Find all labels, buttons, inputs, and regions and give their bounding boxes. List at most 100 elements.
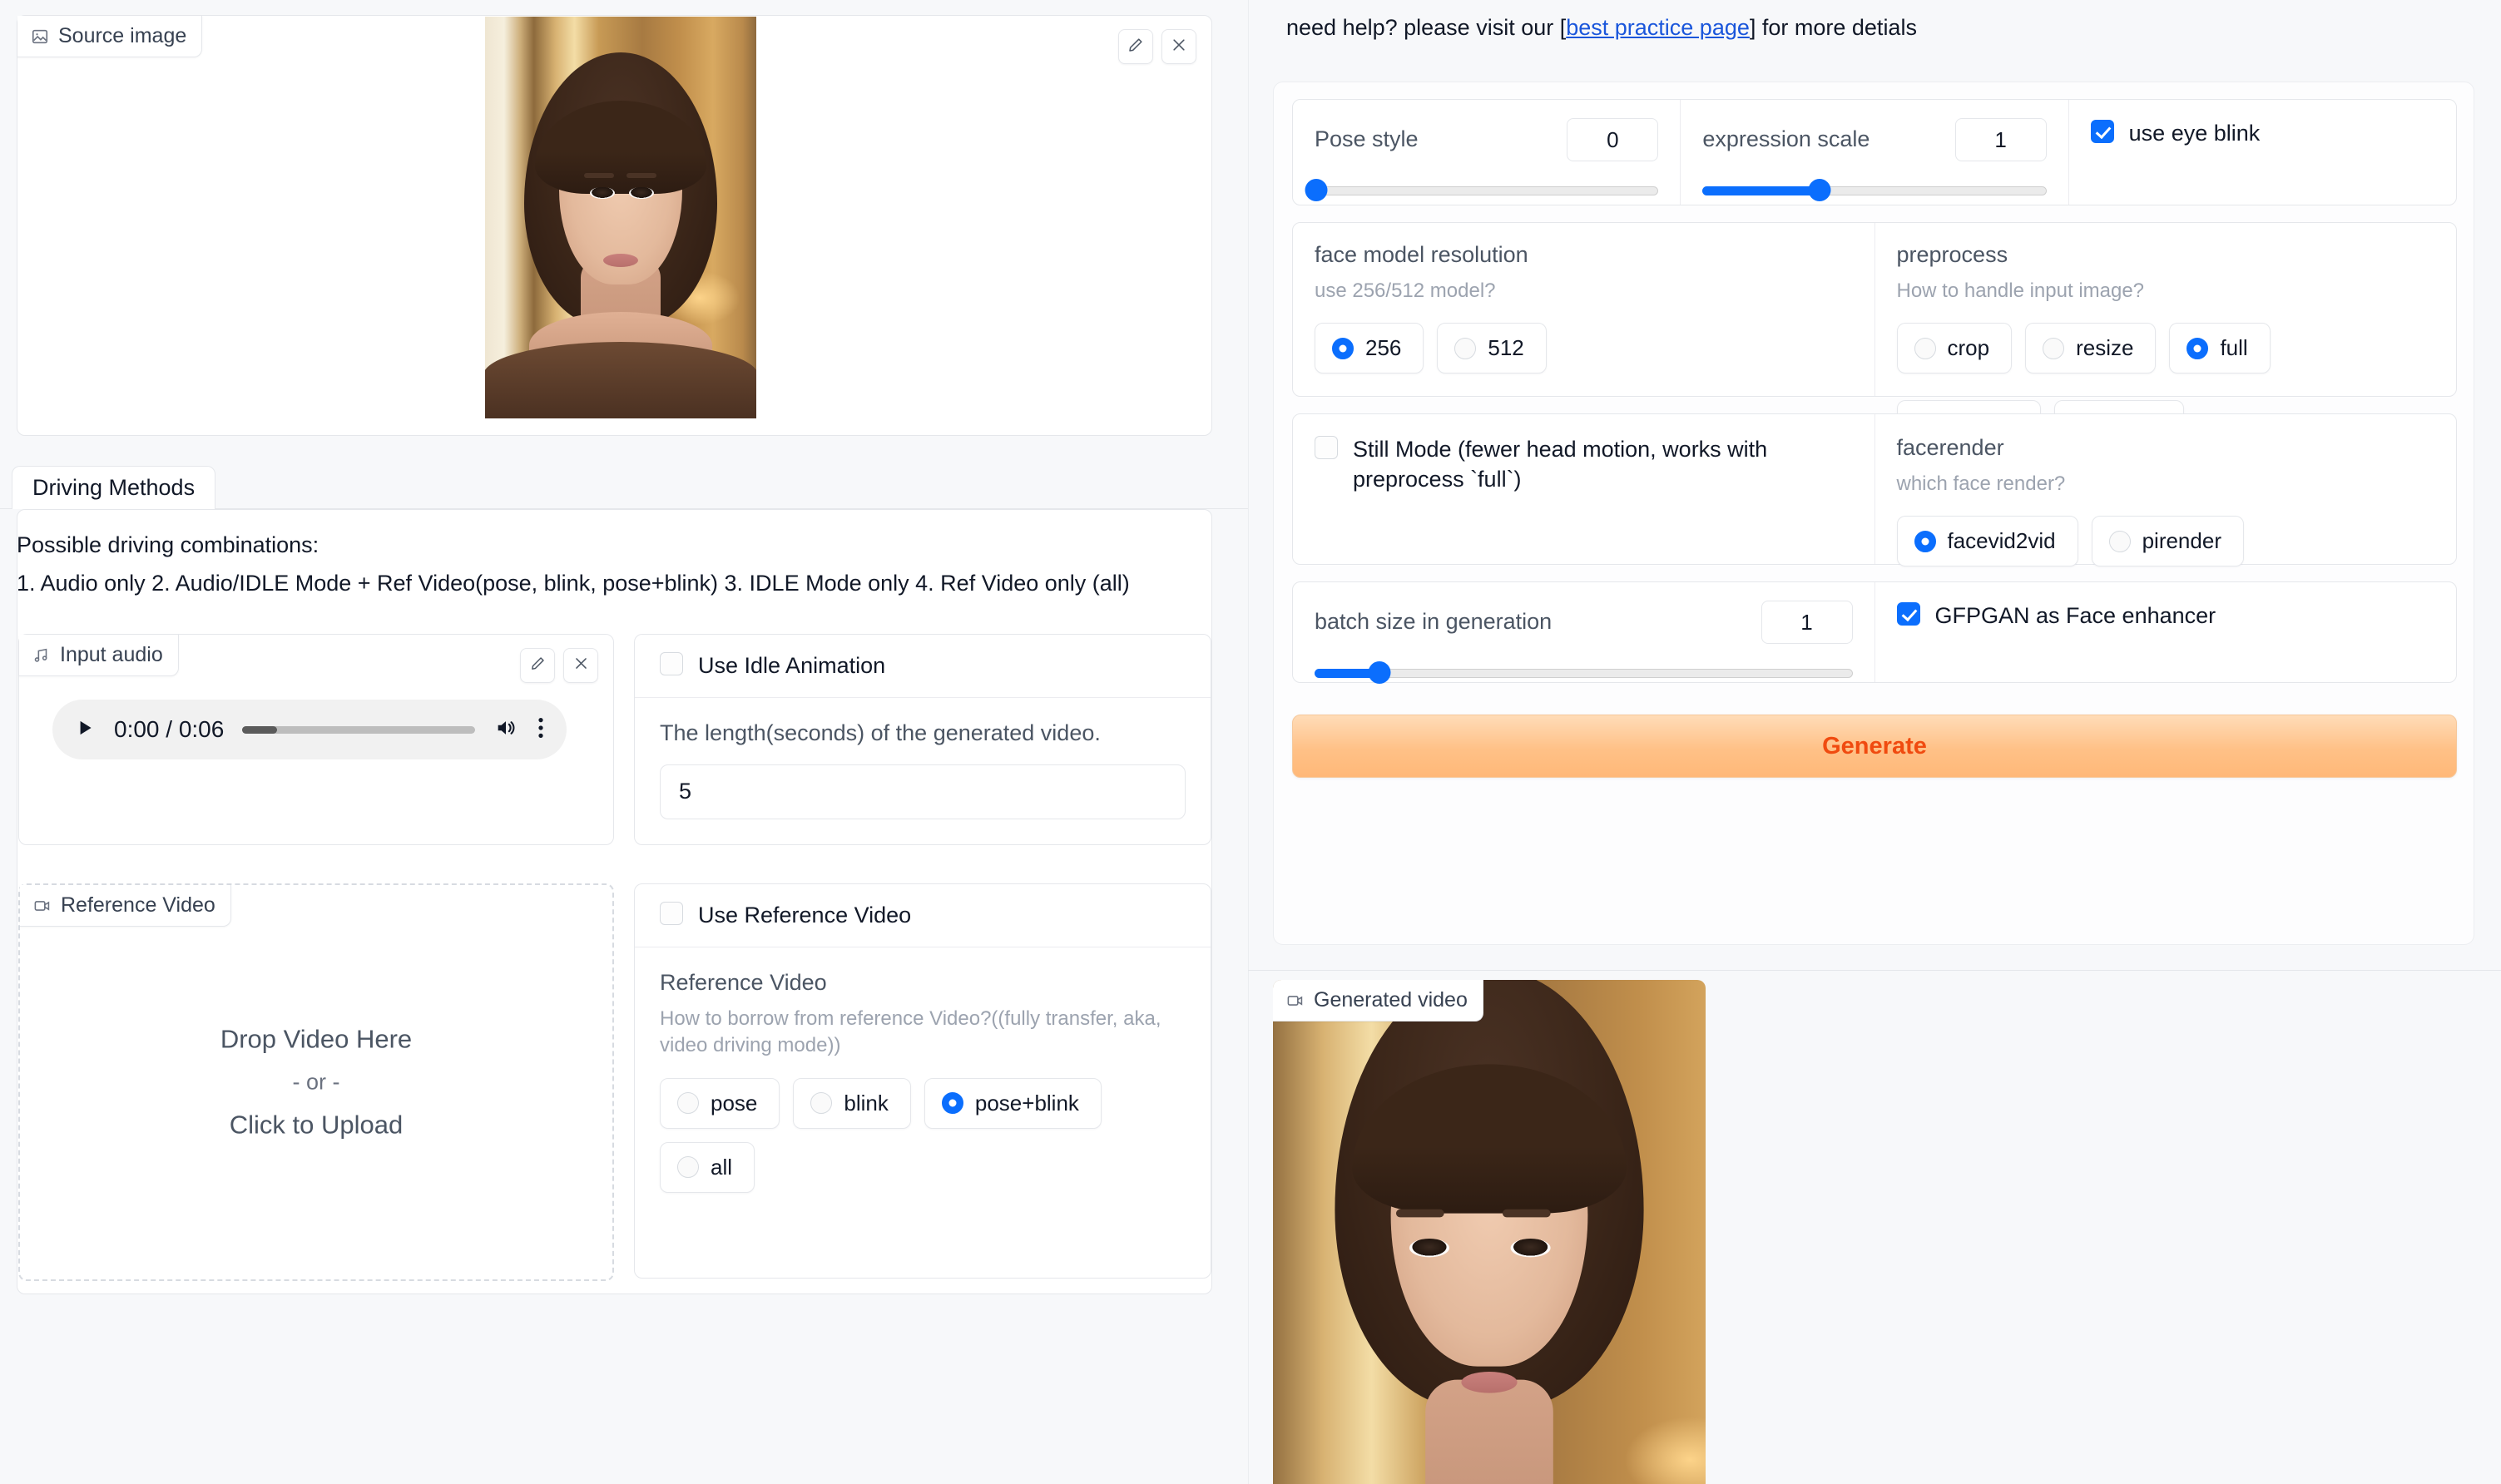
- radio-preprocess-crop[interactable]: crop: [1896, 323, 2013, 374]
- facerender-cell: facerender which face render? facevid2vi…: [1875, 414, 2457, 567]
- generate-button-label: Generate: [1822, 732, 1927, 759]
- gfpgan-checkbox[interactable]: [1896, 602, 1920, 626]
- generate-button[interactable]: Generate: [1292, 715, 2457, 778]
- radio-preprocess-resize[interactable]: resize: [2025, 323, 2157, 374]
- audio-player[interactable]: 0:00 / 0:06: [52, 700, 567, 759]
- tab-driving-methods[interactable]: Driving Methods: [12, 466, 216, 509]
- gfpgan-cell: GFPGAN as Face enhancer: [1875, 582, 2457, 682]
- clear-input-audio-button[interactable]: [563, 648, 598, 683]
- video-camera-icon: [1286, 992, 1305, 1010]
- use-reference-video-checkbox[interactable]: [660, 902, 683, 926]
- close-icon: [1171, 37, 1187, 57]
- best-practice-link[interactable]: best practice page: [1566, 15, 1750, 40]
- radio-preprocess-full[interactable]: full: [2169, 323, 2271, 374]
- source-image-tag-label: Source image: [58, 24, 187, 47]
- use-eye-blink-row[interactable]: use eye blink: [2090, 118, 2434, 148]
- radio-resolution-512[interactable]: 512: [1437, 323, 1547, 374]
- generated-video-tag-label: Generated video: [1314, 988, 1468, 1012]
- radio-dot: [1454, 337, 1477, 359]
- stillmode-facerender-group: Still Mode (fewer head motion, works wit…: [1292, 413, 2457, 567]
- facerender-options: facevid2vid pirender: [1896, 516, 2435, 567]
- gfpgan-row[interactable]: GFPGAN as Face enhancer: [1896, 601, 2435, 631]
- reference-video-title: Reference Video: [660, 970, 827, 995]
- batch-size-slider[interactable]: [1315, 661, 1853, 684]
- clear-source-image-button[interactable]: [1161, 29, 1196, 64]
- radio-ref-blink[interactable]: blink: [793, 1077, 911, 1129]
- input-audio-tag: Input audio: [19, 635, 179, 676]
- portrait-illustration: [1273, 980, 1706, 1484]
- radio-dot: [941, 1092, 963, 1115]
- slider-knob[interactable]: [1305, 179, 1328, 201]
- input-audio-panel[interactable]: Input audio 0:00 / 0:06: [18, 634, 614, 845]
- help-prefix: need help? please visit our [: [1286, 15, 1567, 40]
- input-audio-actions: [520, 648, 598, 683]
- reference-video-dropzone[interactable]: Reference Video Drop Video Here - or - C…: [18, 883, 614, 1281]
- expression-scale-cell: expression scale 1: [1681, 100, 2069, 205]
- batch-size-cell: batch size in generation 1: [1293, 582, 1875, 684]
- pencil-icon: [1127, 37, 1144, 57]
- pose-style-cell: Pose style 0: [1293, 100, 1681, 205]
- audio-progress-fill: [242, 725, 278, 734]
- batchsize-gfpgan-group: batch size in generation 1 GFPGAN as Fac…: [1292, 581, 2457, 684]
- batch-size-value-input[interactable]: 1: [1761, 601, 1853, 644]
- expression-scale-label: expression scale: [1702, 126, 1870, 152]
- speaker-icon[interactable]: [493, 716, 518, 744]
- generated-video-panel[interactable]: Generated video: [1273, 980, 1706, 1484]
- source-image-panel[interactable]: Source image: [17, 15, 1212, 436]
- expression-scale-slider[interactable]: [1702, 179, 2047, 201]
- kebab-menu-icon[interactable]: [537, 715, 545, 744]
- idle-length-value: 5: [679, 779, 692, 804]
- audio-progress-bar[interactable]: [242, 725, 475, 734]
- eye-blink-cell: use eye blink: [2069, 100, 2456, 205]
- portrait-illustration: [485, 17, 756, 418]
- use-eye-blink-checkbox[interactable]: [2090, 120, 2114, 143]
- radio-label: blink: [844, 1090, 889, 1115]
- or-separator-label: - or -: [292, 1069, 340, 1095]
- radio-facerender-facevid2vid[interactable]: facevid2vid: [1896, 516, 2078, 567]
- slider-track: [1315, 669, 1853, 678]
- still-mode-row[interactable]: Still Mode (fewer head motion, works wit…: [1315, 434, 1853, 495]
- use-reference-video-row[interactable]: Use Reference Video: [635, 884, 1211, 947]
- pose-style-label: Pose style: [1315, 126, 1419, 152]
- use-idle-animation-row[interactable]: Use Idle Animation: [635, 635, 1211, 698]
- radio-facerender-pirender[interactable]: pirender: [2091, 516, 2244, 567]
- idle-animation-panel: Use Idle Animation The length(seconds) o…: [634, 634, 1211, 845]
- slider-knob[interactable]: [1368, 661, 1391, 684]
- slider-knob[interactable]: [1808, 179, 1831, 201]
- face-model-resolution-description: use 256/512 model?: [1315, 279, 1496, 302]
- edit-source-image-button[interactable]: [1118, 29, 1153, 64]
- click-to-upload-label[interactable]: Click to Upload: [20, 1111, 612, 1140]
- radio-ref-pose-blink[interactable]: pose+blink: [924, 1077, 1102, 1129]
- generated-video-tag: Generated video: [1273, 980, 1483, 1021]
- radio-dot: [677, 1092, 699, 1115]
- radio-ref-all[interactable]: all: [660, 1141, 755, 1193]
- expression-scale-value-input[interactable]: 1: [1954, 118, 2047, 161]
- generated-video-preview: [1273, 980, 1706, 1484]
- left-column: Source image Driving Methods Possible dr…: [0, 0, 1248, 1484]
- reference-video-dropzone-text: Drop Video Here - or - Click to Upload: [20, 1025, 612, 1140]
- radio-dot: [2187, 337, 2209, 359]
- reference-video-tag: Reference Video: [20, 885, 231, 927]
- settings-card: Pose style 0 expression scale 1 use eye …: [1273, 82, 2474, 945]
- still-mode-cell: Still Mode (fewer head motion, works wit…: [1293, 414, 1875, 564]
- radio-ref-pose[interactable]: pose: [660, 1077, 780, 1129]
- column-divider: [1248, 0, 1249, 1484]
- radio-label: pose: [711, 1090, 758, 1115]
- use-idle-animation-checkbox[interactable]: [660, 652, 683, 676]
- facerender-description: which face render?: [1896, 472, 2066, 495]
- driving-methods-tabbar: Driving Methods: [0, 466, 1248, 509]
- radio-dot: [2108, 530, 2131, 552]
- preprocess-title: preprocess: [1896, 242, 2008, 267]
- idle-length-input[interactable]: 5: [660, 764, 1186, 819]
- radio-label: crop: [1947, 335, 1990, 361]
- edit-input-audio-button[interactable]: [520, 648, 555, 683]
- idle-animation-body: The length(seconds) of the generated vid…: [635, 698, 1211, 841]
- radio-resolution-256[interactable]: 256: [1315, 323, 1424, 374]
- face-model-resolution-cell: face model resolution use 256/512 model?…: [1293, 223, 1875, 396]
- pose-style-slider[interactable]: [1305, 179, 1659, 201]
- still-mode-checkbox[interactable]: [1315, 436, 1338, 459]
- play-icon[interactable]: [74, 716, 96, 744]
- pose-style-value-input[interactable]: 0: [1567, 118, 1659, 161]
- radio-label: 256: [1365, 335, 1402, 361]
- source-image-preview: [485, 17, 756, 418]
